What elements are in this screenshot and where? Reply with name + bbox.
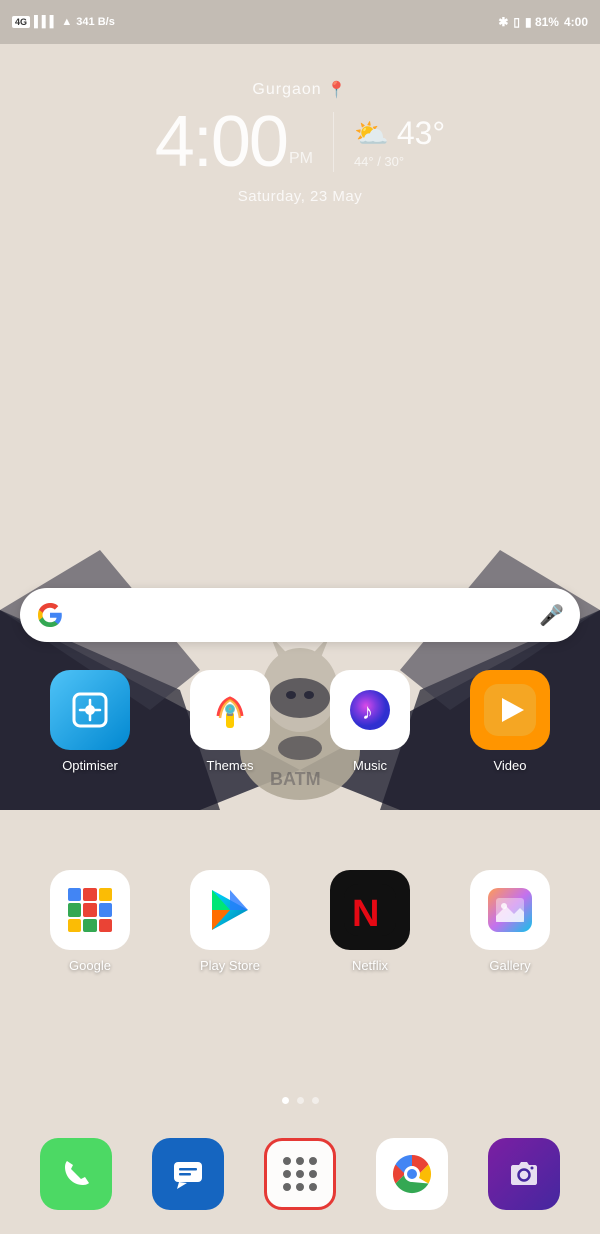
- apps-dot: [296, 1183, 304, 1191]
- clock-weather-widget: Gurgaon 📍 4:00 PM ⛅ 43° 44° / 30° Saturd…: [0, 80, 600, 205]
- apps-dot: [296, 1170, 304, 1178]
- page-dot-3: [312, 1097, 319, 1104]
- optimiser-icon[interactable]: [50, 670, 130, 750]
- status-bar: 4G ▌▌▌ ▲ 341 B/s ✱ ▯ ▮ 81% 4:00: [0, 0, 600, 44]
- google-logo: [36, 601, 64, 629]
- dock-messages[interactable]: [152, 1138, 224, 1210]
- location-label: Gurgaon 📍: [252, 80, 347, 100]
- playstore-label: Play Store: [200, 958, 260, 973]
- svg-text:N: N: [352, 893, 379, 935]
- chrome-dock-icon[interactable]: [376, 1138, 448, 1210]
- dock-apps[interactable]: [264, 1138, 336, 1210]
- carrier-badge: 4G: [12, 16, 30, 28]
- location-pin-icon: 📍: [327, 80, 348, 100]
- apps-dot: [309, 1157, 317, 1165]
- svg-text:♪: ♪: [362, 699, 373, 724]
- time-big: 4:00: [155, 106, 287, 178]
- time-weather-divider: [333, 112, 334, 172]
- apps-dot: [283, 1157, 291, 1165]
- app-music[interactable]: ♪ Music: [310, 670, 430, 773]
- app-grid-row1: Optimiser: [0, 670, 600, 773]
- dock-camera[interactable]: [488, 1138, 560, 1210]
- phone-dock-icon[interactable]: [40, 1138, 112, 1210]
- page-indicator: [0, 1097, 600, 1104]
- page-dot-2: [297, 1097, 304, 1104]
- apps-dock-icon[interactable]: [264, 1138, 336, 1210]
- google-label: Google: [69, 958, 111, 973]
- google-icon[interactable]: [50, 870, 130, 950]
- video-icon[interactable]: [470, 670, 550, 750]
- app-grid-row2: Google Play Store: [0, 870, 600, 973]
- themes-label: Themes: [207, 758, 254, 773]
- app-playstore[interactable]: Play Store: [170, 870, 290, 973]
- playstore-icon[interactable]: [190, 870, 270, 950]
- app-video[interactable]: Video: [450, 670, 570, 773]
- optimiser-label: Optimiser: [62, 758, 118, 773]
- app-optimiser[interactable]: Optimiser: [30, 670, 150, 773]
- apps-dot: [296, 1157, 304, 1165]
- wifi-icon: ▲: [61, 16, 72, 28]
- apps-dot: [309, 1170, 317, 1178]
- apps-dot: [283, 1170, 291, 1178]
- time-period: PM: [289, 150, 313, 168]
- microphone-icon[interactable]: 🎤: [539, 603, 564, 628]
- time-display: 4:00 PM: [155, 106, 313, 178]
- bluetooth-icon: ✱: [498, 15, 508, 29]
- gallery-label: Gallery: [489, 958, 530, 973]
- page-dot-1: [282, 1097, 289, 1104]
- search-bar[interactable]: 🎤: [20, 588, 580, 642]
- clock-row: 4:00 PM ⛅ 43° 44° / 30°: [155, 106, 445, 178]
- battery-icon: ▮ 81%: [525, 15, 559, 29]
- vibrate-icon: ▯: [513, 15, 520, 29]
- music-label: Music: [353, 758, 387, 773]
- netflix-label: Netflix: [352, 958, 388, 973]
- status-right: ✱ ▯ ▮ 81% 4:00: [498, 15, 588, 29]
- app-google[interactable]: Google: [30, 870, 150, 973]
- music-icon[interactable]: ♪: [330, 670, 410, 750]
- dock-phone[interactable]: [40, 1138, 112, 1210]
- apps-dot: [283, 1183, 291, 1191]
- weather-temp-row: ⛅ 43°: [354, 115, 445, 152]
- signal-strength: ▌▌▌: [34, 16, 57, 28]
- status-left: 4G ▌▌▌ ▲ 341 B/s: [12, 16, 115, 28]
- weather-condition-icon: ⛅: [354, 117, 389, 150]
- messages-dock-icon[interactable]: [152, 1138, 224, 1210]
- google-grid-icon: [68, 888, 112, 932]
- netflix-icon[interactable]: N: [330, 870, 410, 950]
- weather-info: ⛅ 43° 44° / 30°: [354, 115, 445, 169]
- dock-chrome[interactable]: [376, 1138, 448, 1210]
- app-themes[interactable]: Themes: [170, 670, 290, 773]
- apps-dot: [309, 1183, 317, 1191]
- app-netflix[interactable]: N Netflix: [310, 870, 430, 973]
- dock: [0, 1114, 600, 1234]
- date-display: Saturday, 23 May: [238, 188, 362, 205]
- temperature-range: 44° / 30°: [354, 154, 404, 169]
- search-bar-container[interactable]: 🎤: [20, 588, 580, 642]
- temperature-main: 43°: [397, 115, 445, 152]
- gallery-icon[interactable]: [470, 870, 550, 950]
- video-label: Video: [493, 758, 526, 773]
- app-gallery[interactable]: Gallery: [450, 870, 570, 973]
- themes-icon[interactable]: [190, 670, 270, 750]
- speed-indicator: 341 B/s: [76, 16, 115, 28]
- apps-dots-grid: [283, 1157, 317, 1191]
- clock-status: 4:00: [564, 15, 588, 29]
- camera-dock-icon[interactable]: [488, 1138, 560, 1210]
